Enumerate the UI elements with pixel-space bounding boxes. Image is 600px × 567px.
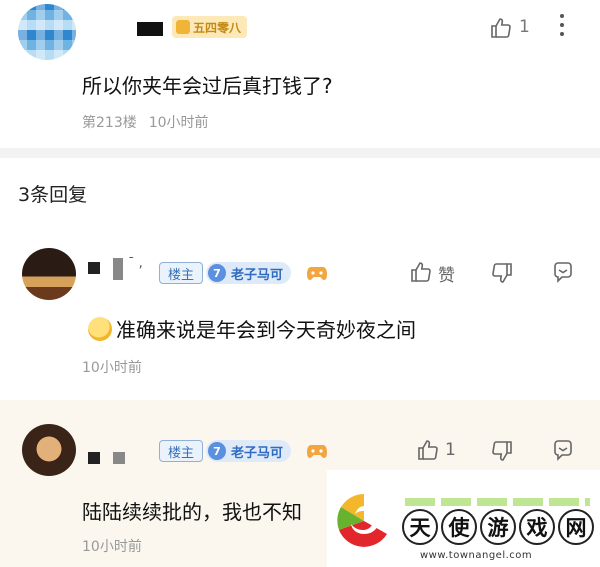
reply-username[interactable] xyxy=(88,452,100,464)
reply-time: 10小时前 xyxy=(82,360,142,376)
watermark-url: www.townangel.com xyxy=(420,550,533,561)
reply-username-redaction xyxy=(113,258,123,280)
more-options-icon[interactable] xyxy=(557,13,567,37)
watermark-char: 网 xyxy=(558,509,594,545)
reply-avatar[interactable] xyxy=(22,424,76,476)
user-badge: 五四零八 xyxy=(172,16,248,38)
level-title: 老子马可 xyxy=(231,445,284,461)
replies-header: 3条回复 xyxy=(18,184,88,206)
emoji-icon xyxy=(88,316,112,341)
level-badge: 7 老子马可 xyxy=(206,262,292,284)
reply-username-redaction xyxy=(113,452,125,464)
reply-username[interactable] xyxy=(88,262,100,274)
like-label[interactable]: 赞 xyxy=(438,261,455,286)
reply-text-row: 准确来说是年会到今天奇妙夜之间 xyxy=(88,314,416,343)
watermark-char: 游 xyxy=(480,509,516,545)
reply-icon[interactable] xyxy=(551,260,575,288)
gamepad-icon xyxy=(306,262,328,287)
badge-icon xyxy=(176,20,190,34)
main-comment-text: 所以你夹年会过后真打钱了? xyxy=(82,74,333,98)
level-title: 老子马可 xyxy=(231,267,284,283)
watermark-char: 天 xyxy=(402,509,438,545)
like-icon[interactable] xyxy=(416,438,440,466)
reply-icon[interactable] xyxy=(551,438,575,466)
like-icon[interactable] xyxy=(489,16,513,44)
like-count: 1 xyxy=(519,17,530,37)
section-divider xyxy=(0,148,600,158)
watermark-title: 天 使 游 戏 网 xyxy=(402,509,594,545)
main-comment-meta: 第213楼 10小时前 xyxy=(82,112,209,132)
watermark-char: 使 xyxy=(441,509,477,545)
reply-text: 准确来说是年会到今天奇妙夜之间 xyxy=(116,318,416,342)
like-icon[interactable] xyxy=(409,260,433,288)
dislike-icon[interactable] xyxy=(490,261,514,289)
op-tag: 楼主 xyxy=(159,262,204,284)
level-number: 7 xyxy=(208,442,226,460)
op-tag-label: 楼主 xyxy=(168,267,195,283)
op-tag: 楼主 xyxy=(159,440,204,462)
gamepad-icon xyxy=(306,440,328,465)
main-comment-avatar[interactable] xyxy=(18,4,76,60)
level-badge: 7 老子马可 xyxy=(206,440,292,462)
comment-time: 10小时前 xyxy=(148,115,209,131)
level-number: 7 xyxy=(208,264,226,282)
username-separator: ˉ , xyxy=(128,256,143,271)
main-comment-username[interactable] xyxy=(137,22,163,36)
badge-label: 五四零八 xyxy=(193,20,242,35)
reply-time: 10小时前 xyxy=(82,539,142,555)
site-logo-icon xyxy=(333,490,395,552)
floor-number: 第213楼 xyxy=(82,115,137,131)
op-tag-label: 楼主 xyxy=(168,445,195,461)
reply-avatar[interactable] xyxy=(22,248,76,300)
dislike-icon[interactable] xyxy=(490,439,514,467)
reply-text: 陆陆续续批的，我也不知 xyxy=(82,500,302,524)
like-count: 1 xyxy=(445,440,456,460)
watermark-stripe xyxy=(405,498,590,506)
watermark-char: 戏 xyxy=(519,509,555,545)
